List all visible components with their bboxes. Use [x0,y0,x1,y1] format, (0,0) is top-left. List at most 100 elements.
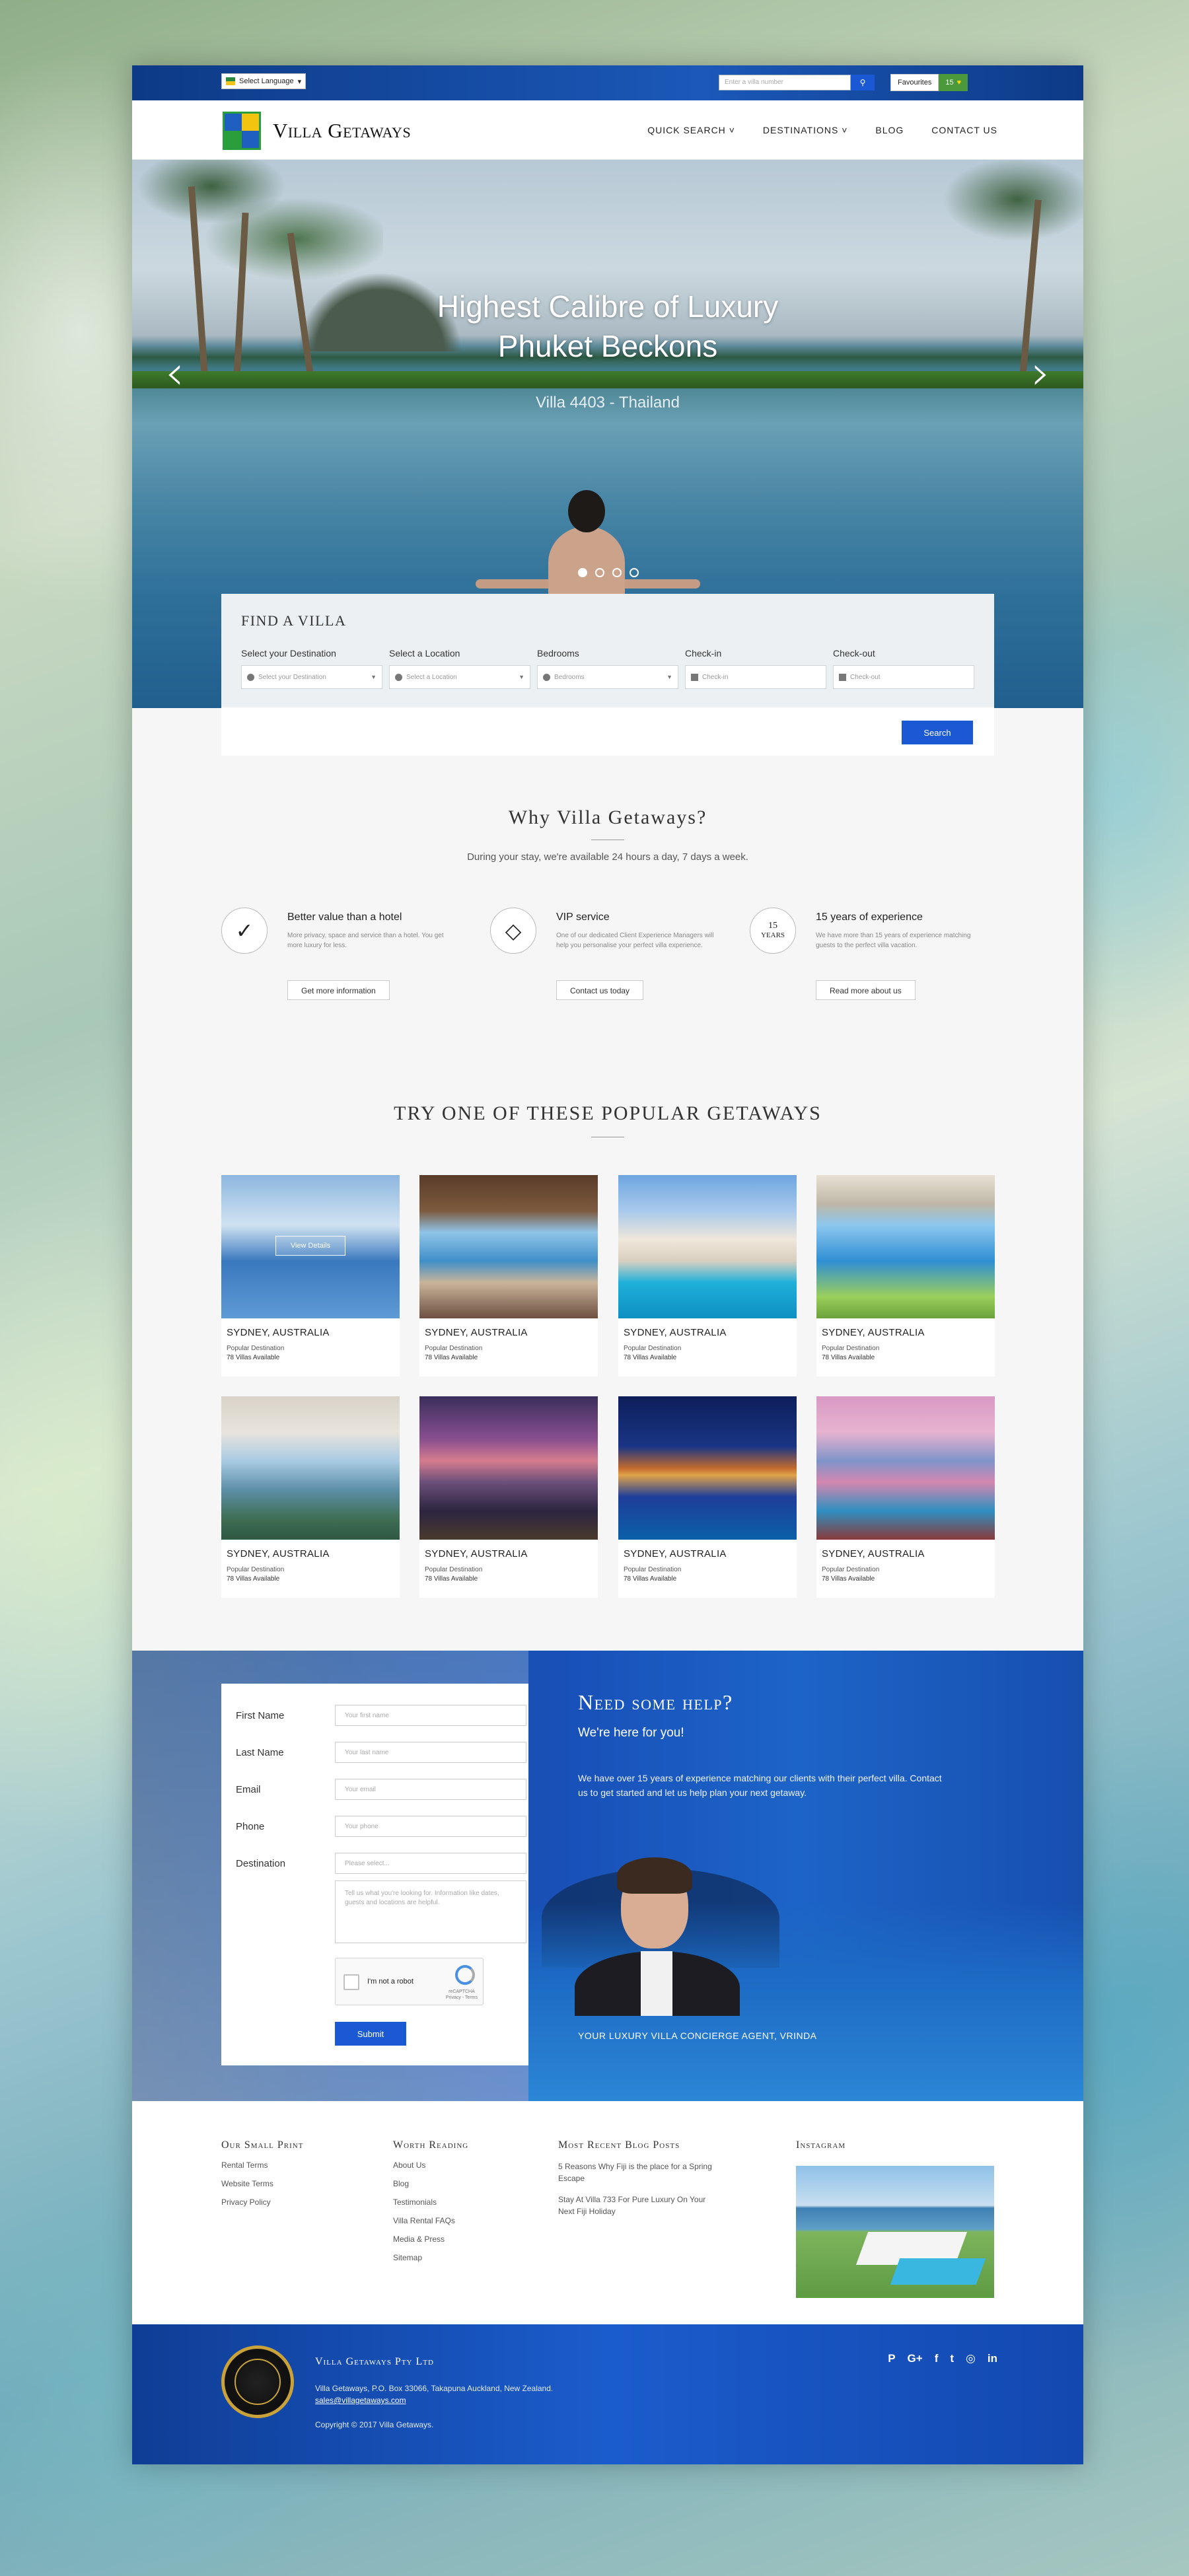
footer-link-blog[interactable]: Blog [393,2179,468,2188]
instagram-icon[interactable]: ◎ [966,2352,976,2365]
destination-label: Select your Destination [241,648,336,659]
villa-search-button[interactable]: ⚲ [851,75,875,90]
footer-worth-reading: Worth Reading About Us Blog Testimonials… [393,2139,468,2272]
destination-row: Destination Please select... [236,1851,526,1875]
footer-link-sitemap[interactable]: Sitemap [393,2253,468,2262]
brand-logo[interactable] [223,112,261,150]
message-textarea[interactable]: Tell us what you're looking for. Informa… [335,1880,526,1943]
footer-blog-posts: Most Recent Blog Posts 5 Reasons Why Fij… [558,2139,717,2227]
slider-dot[interactable] [612,568,622,577]
card-location: SYDNEY, AUSTRALIA [624,1327,727,1338]
search-button[interactable]: Search [902,721,973,744]
recaptcha: I'm not a robot reCAPTCHA Privacy - Terms [335,1958,484,2005]
slider-prev-icon[interactable]: ‹ [165,345,184,400]
google-plus-icon[interactable]: G+ [908,2352,923,2365]
feature-text: We have more than 15 years of experience… [816,932,971,949]
submit-button[interactable]: Submit [335,2022,406,2046]
last-name-input[interactable]: Your last name [335,1742,526,1763]
why-subtitle: During your stay, we're available 24 hou… [467,851,748,863]
heart-icon: ♥ [956,79,962,87]
slider-dots [578,568,639,577]
chevron-down-icon: ▼ [519,674,524,680]
main-nav: Villa Getaways QUICK SEARCH ˅ DESTINATIO… [132,100,1083,160]
checkout-input[interactable]: Check-out [833,665,974,689]
company-email-link[interactable]: sales@villagetaways.com [315,2396,406,2405]
slider-dot[interactable] [630,568,639,577]
destination-field: Select your Destination Select your Dest… [241,648,382,689]
linkedin-icon[interactable]: in [988,2352,997,2365]
card-tag: Popular Destination [425,1566,483,1573]
contact-us-today-button[interactable]: Contact us today [556,980,644,1000]
getaway-card[interactable]: SYDNEY, AUSTRALIA Popular Destination 78… [221,1396,400,1598]
getaway-image [618,1175,797,1318]
getaway-image [419,1175,598,1318]
language-select[interactable]: Select Language ▾ [221,73,306,89]
blog-post-link[interactable]: 5 Reasons Why Fiji is the place for a Sp… [558,2161,717,2184]
view-details-button[interactable]: View Details [275,1236,345,1256]
card-location: SYDNEY, AUSTRALIA [227,1327,330,1338]
chevron-down-icon: ▼ [667,674,672,680]
social-links: P G+ f t ◎ in [888,2352,997,2365]
blog-post-link[interactable]: Stay At Villa 733 For Pure Luxury On You… [558,2194,717,2217]
destination-form-select[interactable]: Please select... [335,1853,526,1874]
footer-heading: Worth Reading [393,2139,469,2151]
first-name-label: First Name [236,1710,285,1721]
card-count: 78 Villas Available [624,1575,677,1583]
footer-link-privacy-policy[interactable]: Privacy Policy [221,2198,303,2207]
card-tag: Popular Destination [822,1345,880,1352]
destination-select[interactable]: Select your Destination ▼ [241,665,382,689]
bedrooms-select[interactable]: Bedrooms ▼ [537,665,678,689]
nav-item-contact-us[interactable]: CONTACT US [931,125,997,135]
getaway-card[interactable]: SYDNEY, AUSTRALIA Popular Destination 78… [816,1175,995,1377]
recaptcha-checkbox[interactable] [343,1974,359,1990]
card-location: SYDNEY, AUSTRALIA [822,1327,925,1338]
getaway-card[interactable]: SYDNEY, AUSTRALIA Popular Destination 78… [618,1396,797,1598]
first-name-input[interactable]: Your first name [335,1705,526,1726]
footer-heading: Most Recent Blog Posts [558,2139,680,2151]
favourites-button[interactable]: Favourites 15 ♥ [890,74,968,91]
pinterest-icon[interactable]: P [888,2352,895,2365]
getaway-card[interactable]: SYDNEY, AUSTRALIA Popular Destination 78… [618,1175,797,1377]
first-name-row: First Name Your first name [236,1703,526,1727]
card-location: SYDNEY, AUSTRALIA [425,1548,528,1559]
company-seal-logo [221,2345,294,2418]
footer: Our Small Print Rental Terms Website Ter… [132,2101,1083,2324]
twitter-icon[interactable]: t [950,2352,954,2365]
getaway-card[interactable]: View Details SYDNEY, AUSTRALIA Popular D… [221,1175,400,1377]
getaway-card[interactable]: SYDNEY, AUSTRALIA Popular Destination 78… [419,1175,598,1377]
facebook-icon[interactable]: f [935,2352,939,2365]
recaptcha-label: I'm not a robot [367,1978,414,1986]
find-villa-title: FIND A VILLA [241,612,347,629]
instagram-image[interactable] [796,2166,994,2298]
nav-item-quick-search[interactable]: QUICK SEARCH ˅ [647,125,735,135]
footer-link-testimonials[interactable]: Testimonials [393,2198,468,2207]
card-count: 78 Villas Available [425,1354,478,1361]
footer-link-faqs[interactable]: Villa Rental FAQs [393,2216,468,2225]
location-select[interactable]: Select a Location ▼ [389,665,530,689]
slider-dot[interactable] [595,568,604,577]
footer-link-media[interactable]: Media & Press [393,2235,468,2244]
chevron-down-icon: ˅ [842,125,848,135]
getaway-image [816,1175,995,1318]
bedrooms-label: Bedrooms [537,648,579,659]
footer-link-rental-terms[interactable]: Rental Terms [221,2161,303,2170]
find-villa-panel: FIND A VILLA Select your Destination Sel… [221,594,994,756]
villa-number-input[interactable]: Enter a villa number [719,75,851,90]
brand-name[interactable]: Villa Getaways [273,119,411,143]
get-more-information-button[interactable]: Get more information [287,980,390,1000]
slider-dot[interactable] [578,568,587,577]
slider-next-icon[interactable]: › [1031,345,1050,400]
nav-item-destinations[interactable]: DESTINATIONS ˅ [763,125,848,135]
nav-item-blog[interactable]: BLOG [875,125,904,135]
phone-input[interactable]: Your phone [335,1816,526,1837]
getaway-card[interactable]: SYDNEY, AUSTRALIA Popular Destination 78… [816,1396,995,1598]
read-more-about-us-button[interactable]: Read more about us [816,980,916,1000]
card-count: 78 Villas Available [425,1575,478,1583]
footer-link-about[interactable]: About Us [393,2161,468,2170]
email-input[interactable]: Your email [335,1779,526,1800]
getaway-card[interactable]: SYDNEY, AUSTRALIA Popular Destination 78… [419,1396,598,1598]
checkin-input[interactable]: Check-in [685,665,826,689]
recaptcha-brand: reCAPTCHA Privacy - Terms [445,1989,478,2000]
agent-caption: YOUR LUXURY VILLA CONCIERGE AGENT, VRIND… [578,2030,817,2041]
footer-link-website-terms[interactable]: Website Terms [221,2179,303,2188]
